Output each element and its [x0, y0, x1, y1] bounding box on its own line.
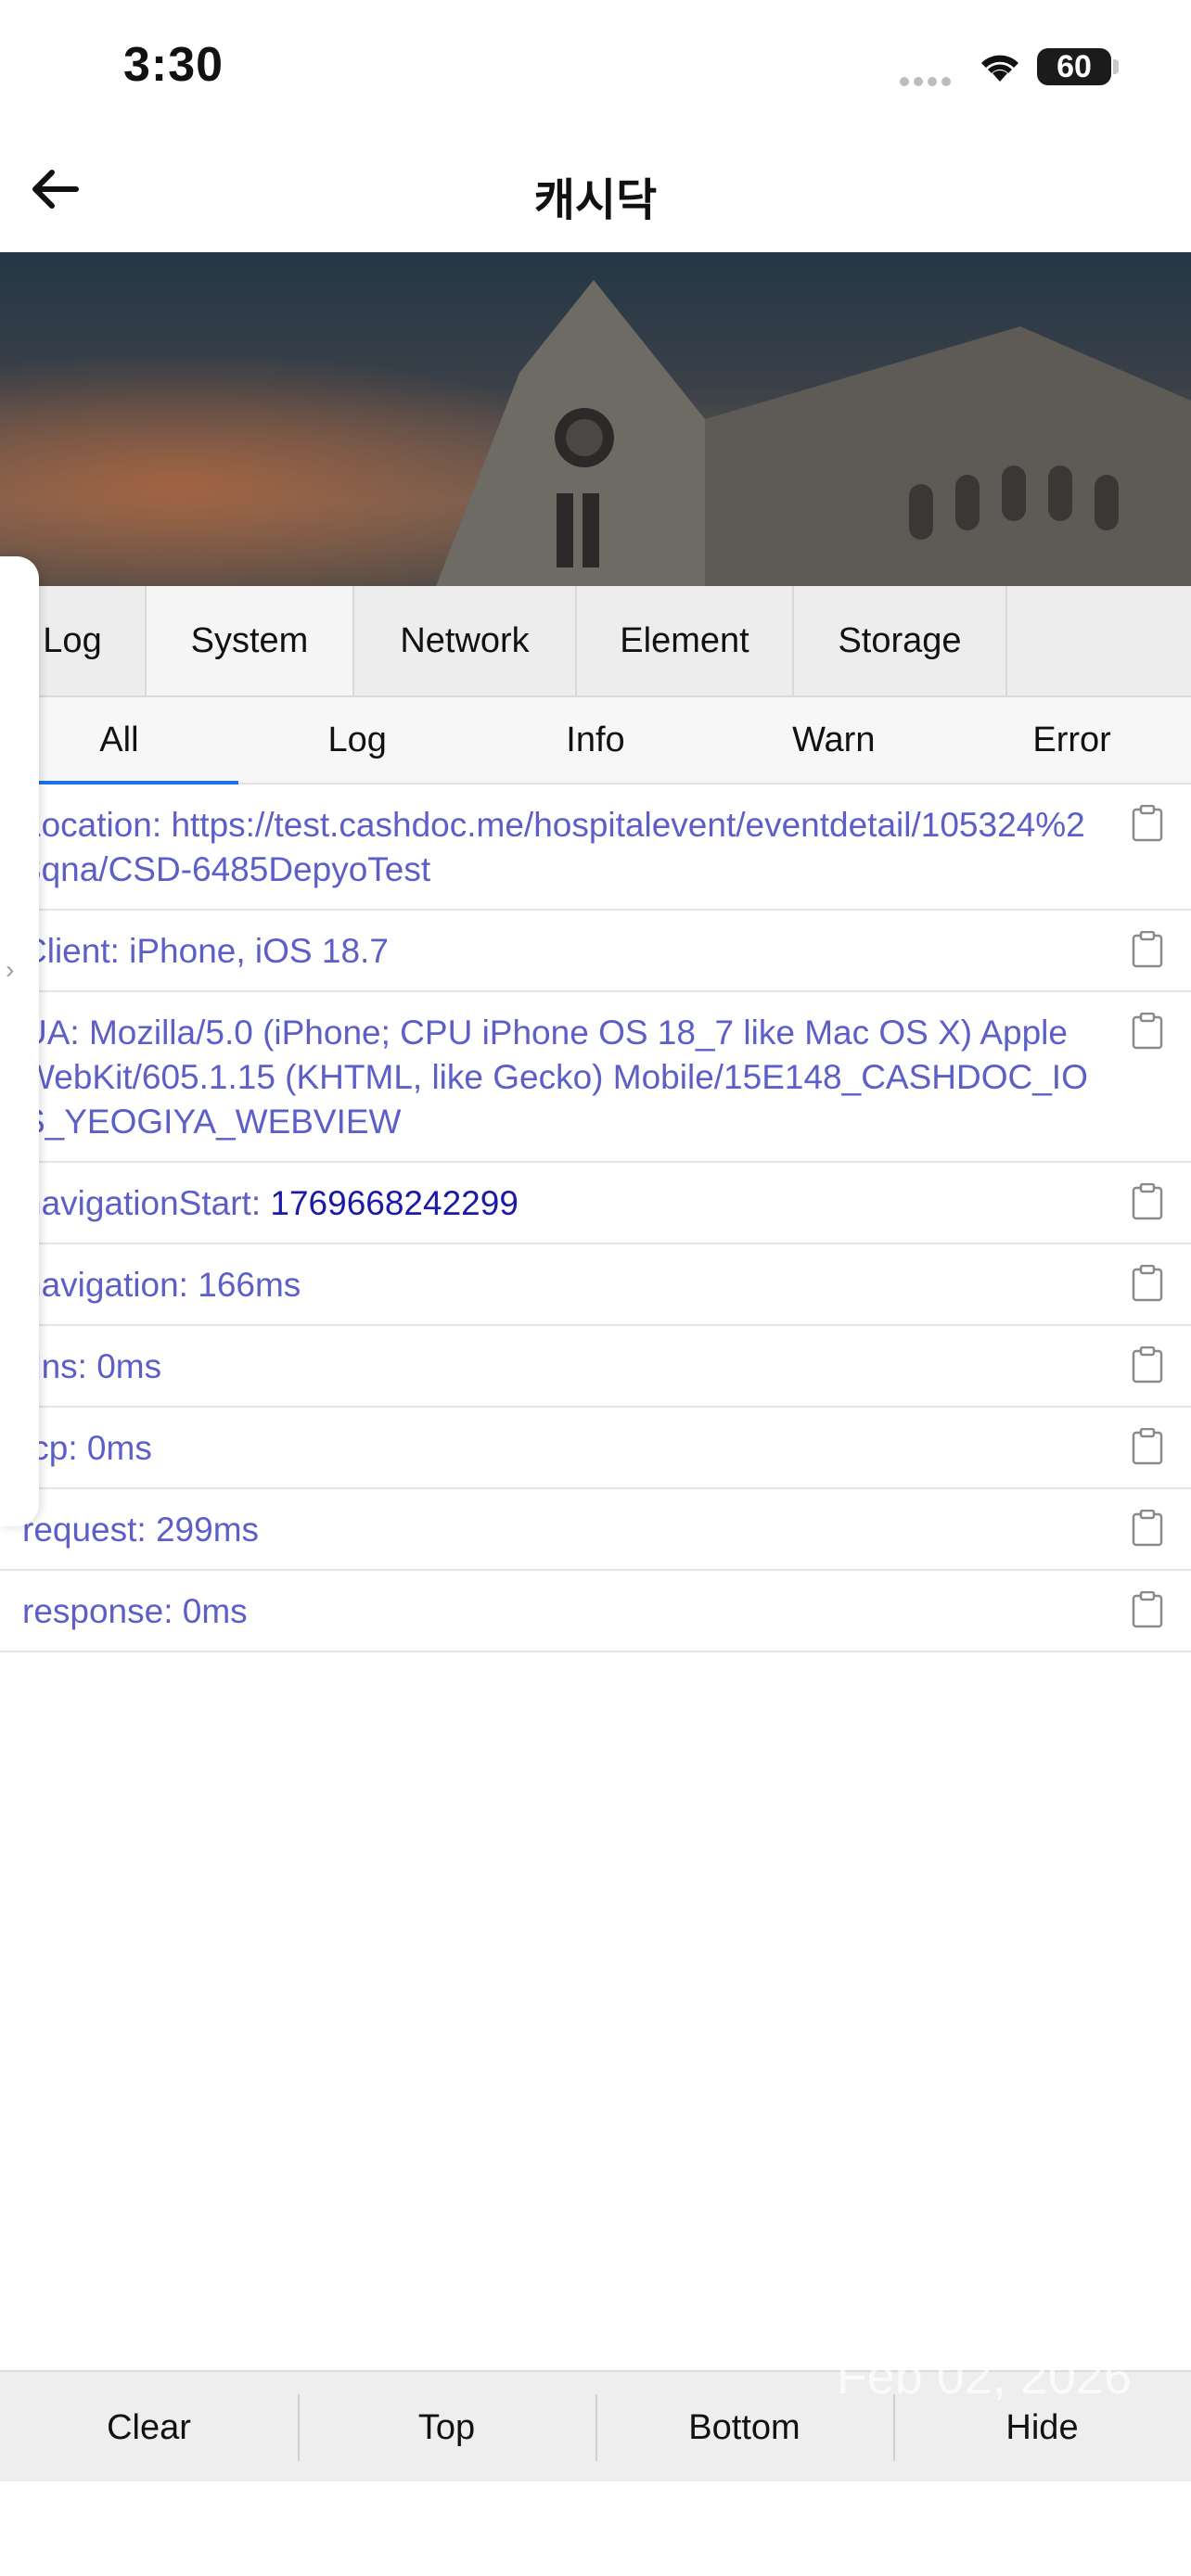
log-item-response: response: 0ms [0, 1571, 1191, 1652]
side-drawer-edge[interactable]: › [0, 556, 39, 1526]
filter-warn[interactable]: Warn [714, 697, 953, 783]
page-title: 캐시닥 [533, 176, 658, 225]
log-item-ua: UA: Mozilla/5.0 (iPhone; CPU iPhone OS 1… [0, 992, 1191, 1163]
filter-error[interactable]: Error [953, 697, 1191, 783]
log-text: Location: https://test.cashdoc.me/hospit… [22, 806, 1085, 888]
log-item-tcp: tcp: 0ms [0, 1408, 1191, 1489]
filter-tabs: All Log Info Warn Error [0, 697, 1191, 784]
log-list: Location: https://test.cashdoc.me/hospit… [0, 784, 1191, 1652]
log-item-navigation-start: navigationStart: 1769668242299 [0, 1163, 1191, 1244]
watermark-date: Feb 02, 2026 [836, 2349, 1132, 2404]
top-button[interactable]: Top [298, 2372, 596, 2483]
log-text: response: 0ms [22, 1592, 248, 1630]
nav-bar: 캐시닥 [0, 130, 1191, 252]
cellular-signal-icon [900, 74, 955, 91]
log-item-navigation: navigation: 166ms [0, 1244, 1191, 1326]
copy-icon[interactable] [1132, 1265, 1163, 1302]
clear-button[interactable]: Clear [0, 2372, 298, 2483]
wifi-icon [981, 55, 1018, 82]
hero-illustration [0, 252, 1191, 586]
log-label: navigationStart: [22, 1184, 271, 1222]
status-time: 3:30 [123, 38, 224, 92]
filter-log[interactable]: Log [238, 697, 477, 783]
tabs-spacer [1007, 586, 1191, 695]
battery-tip [1113, 59, 1119, 74]
log-item-request: request: 299ms [0, 1489, 1191, 1571]
copy-icon[interactable] [1132, 1346, 1163, 1384]
battery-icon: 60 [1037, 48, 1111, 85]
log-item-dns: dns: 0ms [0, 1326, 1191, 1408]
copy-icon[interactable] [1132, 1183, 1163, 1220]
chevron-right-icon[interactable]: › [6, 955, 14, 985]
log-text: UA: Mozilla/5.0 (iPhone; CPU iPhone OS 1… [22, 1014, 1088, 1141]
filter-info[interactable]: Info [477, 697, 715, 783]
copy-icon[interactable] [1132, 1428, 1163, 1465]
log-value: 1769668242299 [270, 1184, 519, 1222]
tab-storage[interactable]: Storage [794, 586, 1007, 695]
copy-icon[interactable] [1132, 1591, 1163, 1628]
log-text: tcp: 0ms [22, 1429, 152, 1467]
hero-image [0, 252, 1191, 586]
log-text: Client: iPhone, iOS 18.7 [22, 932, 389, 970]
home-indicator-area [0, 2481, 1191, 2576]
status-bar: 3:30 60 [0, 0, 1191, 130]
copy-icon[interactable] [1132, 1510, 1163, 1547]
log-text: dns: 0ms [22, 1347, 162, 1385]
tab-element[interactable]: Element [577, 586, 794, 695]
log-item-client: Client: iPhone, iOS 18.7 [0, 911, 1191, 992]
copy-icon[interactable] [1132, 931, 1163, 968]
tab-network[interactable]: Network [354, 586, 577, 695]
tab-system[interactable]: System [147, 586, 354, 695]
copy-icon[interactable] [1132, 1013, 1163, 1050]
log-item-location: Location: https://test.cashdoc.me/hospit… [0, 784, 1191, 911]
console-tabs: Log System Network Element Storage [0, 586, 1191, 697]
log-text: request: 299ms [22, 1511, 260, 1549]
log-text: navigation: 166ms [22, 1266, 301, 1304]
copy-icon[interactable] [1132, 805, 1163, 842]
